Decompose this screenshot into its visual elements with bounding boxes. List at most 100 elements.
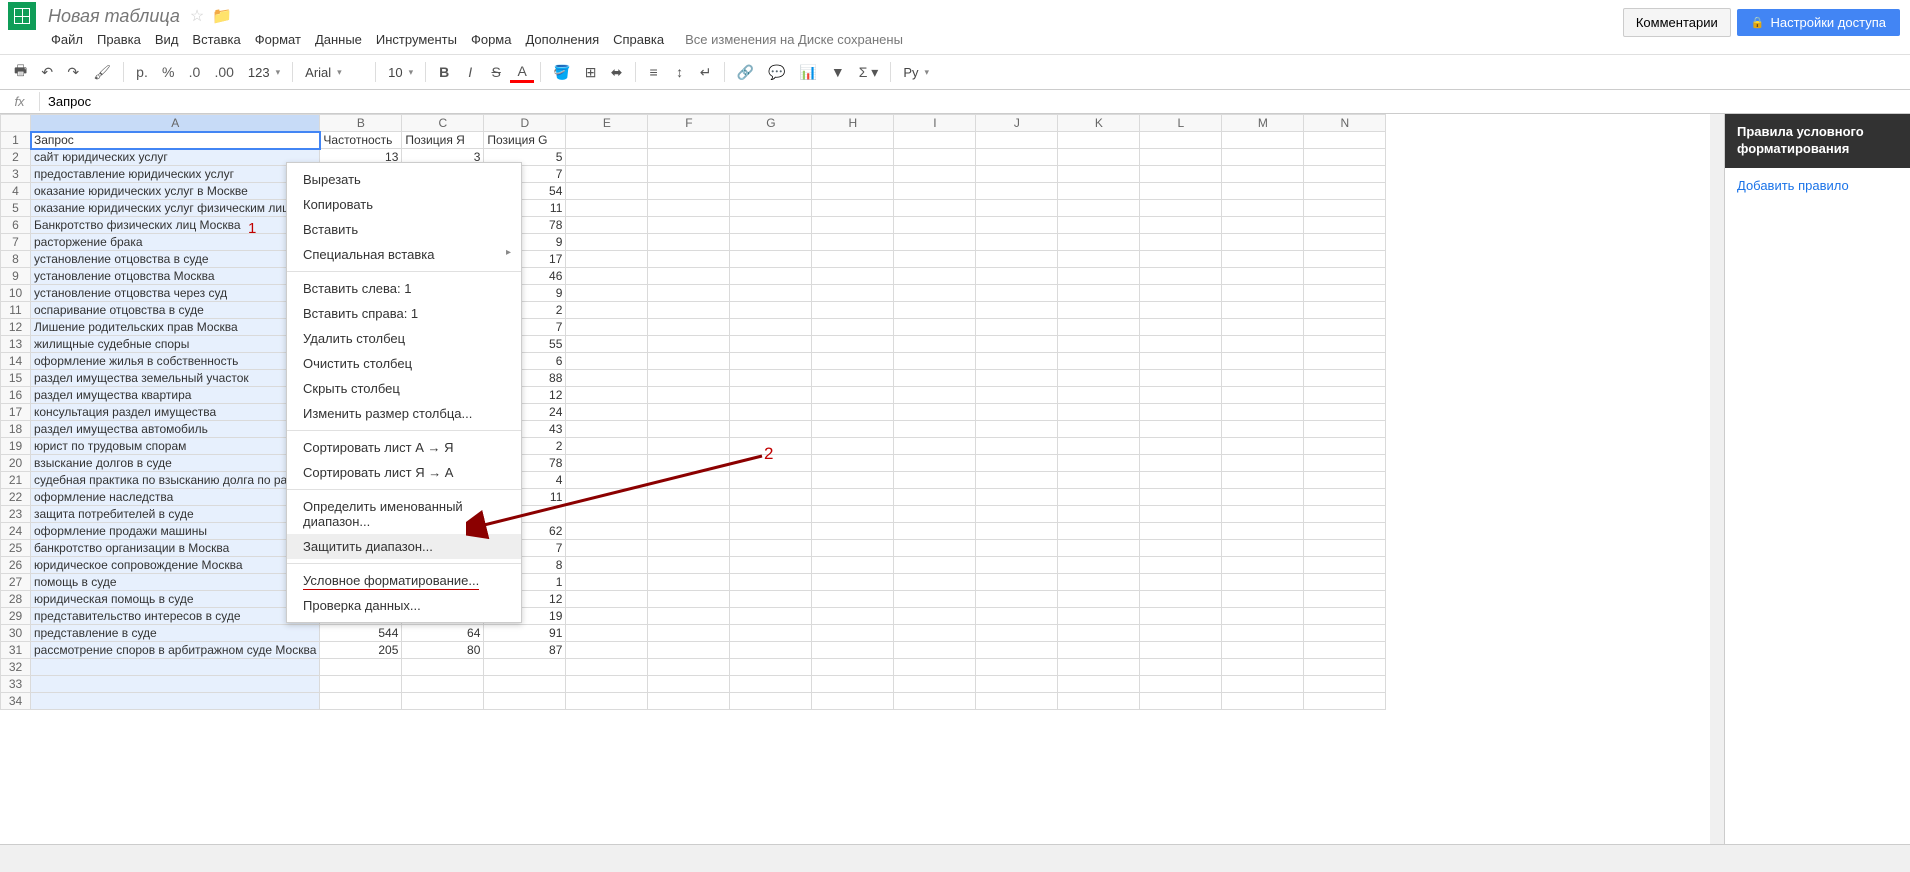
cell-J8[interactable] — [976, 251, 1058, 268]
cell-G5[interactable] — [730, 200, 812, 217]
cell-M9[interactable] — [1222, 268, 1304, 285]
cell-I12[interactable] — [894, 319, 976, 336]
cell-E30[interactable] — [566, 625, 648, 642]
cell-M18[interactable] — [1222, 421, 1304, 438]
chart-icon[interactable]: 📊 — [793, 60, 822, 85]
print-icon[interactable]: 🖶 — [8, 56, 33, 88]
cell-G21[interactable] — [730, 472, 812, 489]
row-header-27[interactable]: 27 — [1, 574, 31, 591]
cell-N25[interactable] — [1304, 540, 1386, 557]
col-header-L[interactable]: L — [1140, 115, 1222, 132]
cell-H22[interactable] — [812, 489, 894, 506]
cell-N34[interactable] — [1304, 693, 1386, 710]
cell-J3[interactable] — [976, 166, 1058, 183]
cell-K13[interactable] — [1058, 336, 1140, 353]
cell-A31[interactable]: рассмотрение споров в арбитражном суде М… — [31, 642, 320, 659]
cell-J6[interactable] — [976, 217, 1058, 234]
star-icon[interactable]: ☆ — [190, 6, 204, 26]
cell-C31[interactable]: 80 — [402, 642, 484, 659]
cell-G34[interactable] — [730, 693, 812, 710]
cell-E11[interactable] — [566, 302, 648, 319]
cell-G29[interactable] — [730, 608, 812, 625]
row-header-18[interactable]: 18 — [1, 421, 31, 438]
cell-H10[interactable] — [812, 285, 894, 302]
cell-F4[interactable] — [648, 183, 730, 200]
cell-H3[interactable] — [812, 166, 894, 183]
cell-G24[interactable] — [730, 523, 812, 540]
bold-icon[interactable]: B — [432, 60, 456, 84]
cell-D30[interactable]: 91 — [484, 625, 566, 642]
cell-F23[interactable] — [648, 506, 730, 523]
cell-N18[interactable] — [1304, 421, 1386, 438]
cell-M6[interactable] — [1222, 217, 1304, 234]
add-rule-link[interactable]: Добавить правило — [1725, 168, 1910, 203]
cell-C30[interactable]: 64 — [402, 625, 484, 642]
row-header-34[interactable]: 34 — [1, 693, 31, 710]
cell-H14[interactable] — [812, 353, 894, 370]
cell-H6[interactable] — [812, 217, 894, 234]
cell-A15[interactable]: раздел имущества земельный участок — [31, 370, 320, 387]
cell-K31[interactable] — [1058, 642, 1140, 659]
row-header-30[interactable]: 30 — [1, 625, 31, 642]
cell-M5[interactable] — [1222, 200, 1304, 217]
cell-N28[interactable] — [1304, 591, 1386, 608]
menu-format[interactable]: Формат — [248, 30, 308, 49]
cell-M13[interactable] — [1222, 336, 1304, 353]
cell-G15[interactable] — [730, 370, 812, 387]
cell-J19[interactable] — [976, 438, 1058, 455]
row-header-15[interactable]: 15 — [1, 370, 31, 387]
row-header-22[interactable]: 22 — [1, 489, 31, 506]
borders-icon[interactable]: ⊞ — [579, 60, 603, 85]
col-header-C[interactable]: C — [402, 115, 484, 132]
ctx-resize-column[interactable]: Изменить размер столбца... — [287, 401, 521, 426]
cell-A7[interactable]: расторжение брака — [31, 234, 320, 251]
cell-L25[interactable] — [1140, 540, 1222, 557]
row-header-7[interactable]: 7 — [1, 234, 31, 251]
cell-G14[interactable] — [730, 353, 812, 370]
cell-F28[interactable] — [648, 591, 730, 608]
comment-icon[interactable]: 💬 — [762, 60, 791, 85]
ctx-hide-column[interactable]: Скрыть столбец — [287, 376, 521, 401]
cell-G10[interactable] — [730, 285, 812, 302]
cell-A20[interactable]: взыскание долгов в суде — [31, 455, 320, 472]
cell-L28[interactable] — [1140, 591, 1222, 608]
decrease-decimal[interactable]: .0 — [182, 60, 206, 84]
cell-N3[interactable] — [1304, 166, 1386, 183]
cell-J25[interactable] — [976, 540, 1058, 557]
cell-H23[interactable] — [812, 506, 894, 523]
italic-icon[interactable]: I — [458, 60, 482, 84]
cell-H15[interactable] — [812, 370, 894, 387]
cell-F2[interactable] — [648, 149, 730, 166]
cell-E12[interactable] — [566, 319, 648, 336]
cell-E23[interactable] — [566, 506, 648, 523]
cell-C34[interactable] — [402, 693, 484, 710]
cell-I24[interactable] — [894, 523, 976, 540]
cell-J34[interactable] — [976, 693, 1058, 710]
cell-I10[interactable] — [894, 285, 976, 302]
cell-K12[interactable] — [1058, 319, 1140, 336]
cell-F1[interactable] — [648, 132, 730, 149]
cell-I34[interactable] — [894, 693, 976, 710]
cell-M12[interactable] — [1222, 319, 1304, 336]
ctx-named-range[interactable]: Определить именованный диапазон... — [287, 494, 521, 534]
cell-H21[interactable] — [812, 472, 894, 489]
row-header-21[interactable]: 21 — [1, 472, 31, 489]
cell-I14[interactable] — [894, 353, 976, 370]
select-all-corner[interactable] — [1, 115, 31, 132]
cell-H1[interactable] — [812, 132, 894, 149]
cell-N16[interactable] — [1304, 387, 1386, 404]
cell-D1[interactable]: Позиция G — [484, 132, 566, 149]
cell-L12[interactable] — [1140, 319, 1222, 336]
cell-M4[interactable] — [1222, 183, 1304, 200]
cell-F33[interactable] — [648, 676, 730, 693]
cell-D33[interactable] — [484, 676, 566, 693]
cell-I17[interactable] — [894, 404, 976, 421]
merge-icon[interactable]: ⬌ — [605, 60, 629, 85]
cell-H5[interactable] — [812, 200, 894, 217]
cell-M23[interactable] — [1222, 506, 1304, 523]
cell-G4[interactable] — [730, 183, 812, 200]
percent-format[interactable]: % — [156, 60, 180, 84]
cell-L20[interactable] — [1140, 455, 1222, 472]
sheets-app-icon[interactable] — [8, 2, 36, 30]
cell-G28[interactable] — [730, 591, 812, 608]
